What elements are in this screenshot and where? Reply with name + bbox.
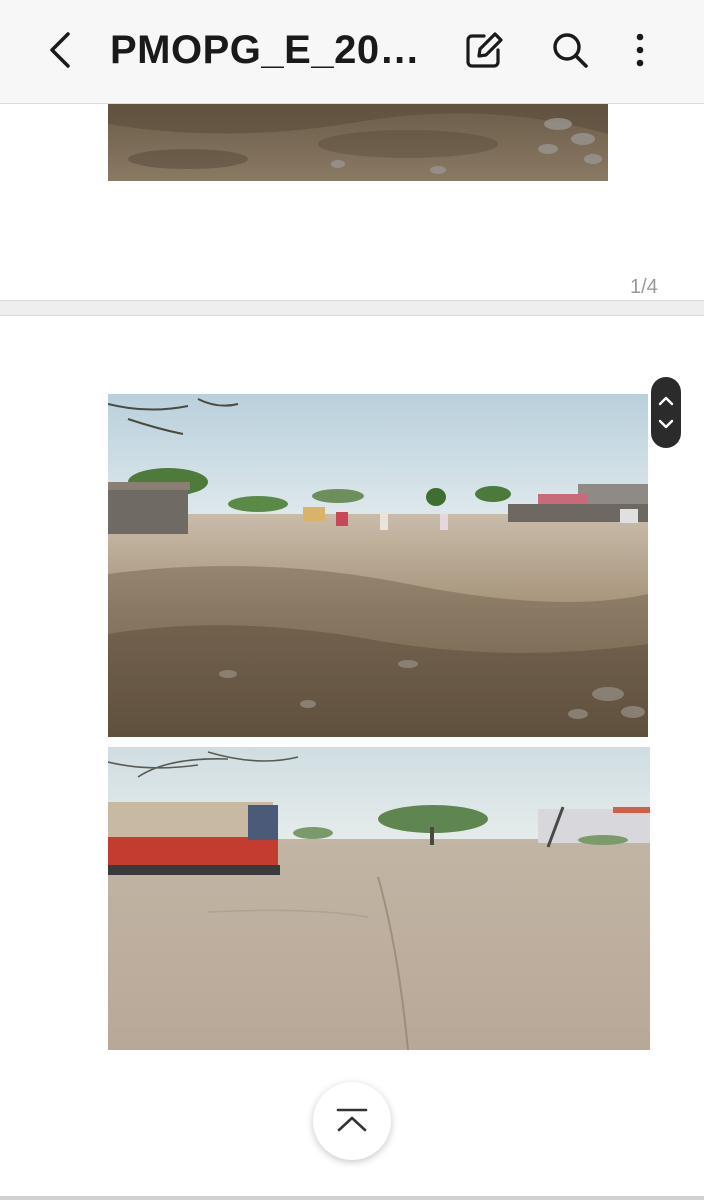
edit-icon xyxy=(466,32,503,68)
search-icon xyxy=(553,33,588,68)
back-button[interactable] xyxy=(38,28,82,72)
page-indicator: 1/4 xyxy=(630,276,658,298)
scroll-to-top-icon xyxy=(336,1108,368,1132)
document-page-1[interactable]: 1/4 xyxy=(0,104,704,300)
scroll-up-down-icon xyxy=(658,396,674,429)
road-photo-3 xyxy=(108,747,650,1050)
more-vertical-icon xyxy=(636,33,644,67)
document-title: PMOPG_E_20… xyxy=(110,28,421,72)
search-button[interactable] xyxy=(548,28,592,72)
bottom-divider xyxy=(0,1196,704,1200)
fast-scroll-handle[interactable] xyxy=(651,377,681,448)
page-separator xyxy=(0,300,704,316)
edit-button[interactable] xyxy=(462,28,506,72)
road-photo-1 xyxy=(108,104,608,181)
more-options-button[interactable] xyxy=(624,28,656,72)
document-page-2[interactable] xyxy=(0,316,704,1200)
app-bar: PMOPG_E_20… xyxy=(0,0,704,104)
road-photo-2 xyxy=(108,394,648,737)
back-arrow-icon xyxy=(50,32,70,68)
scroll-to-top-button[interactable] xyxy=(313,1082,391,1160)
